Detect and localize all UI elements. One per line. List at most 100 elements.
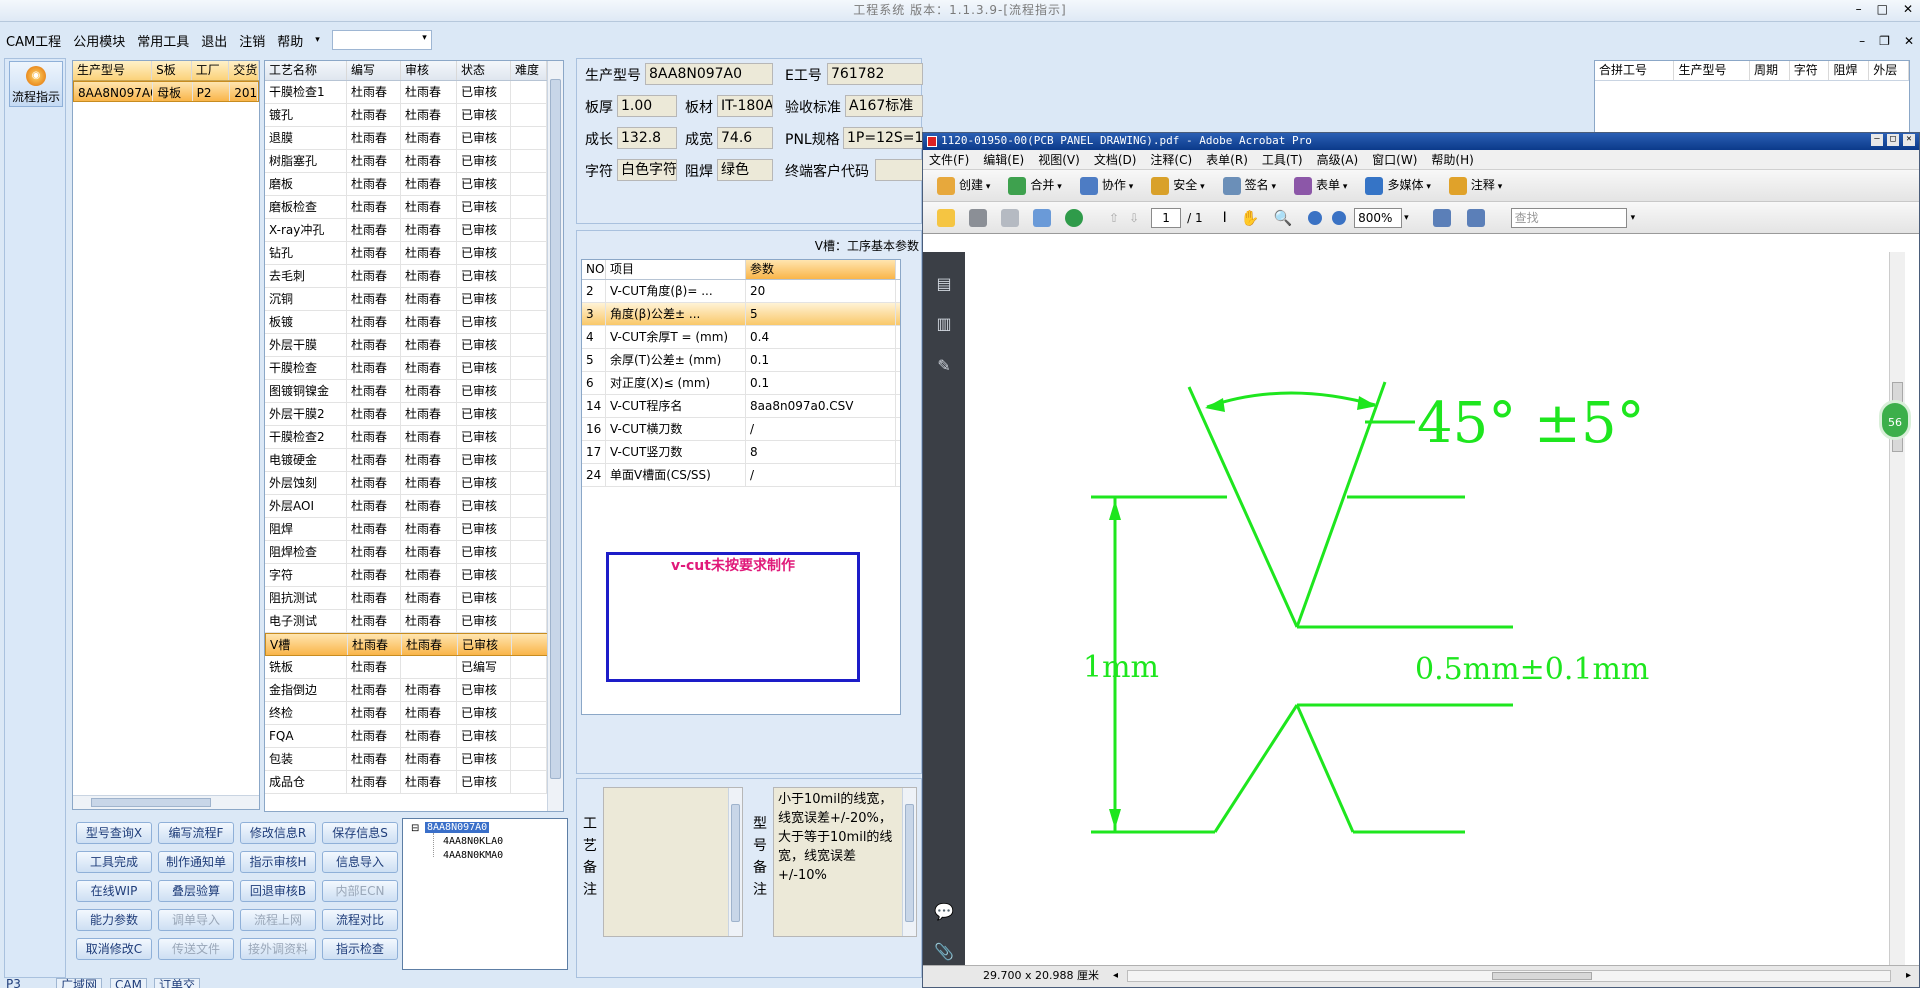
menu-more-icon[interactable]: ▾	[315, 35, 320, 45]
col-s-board[interactable]: S板	[152, 61, 192, 80]
action-button[interactable]: 修改信息R	[240, 822, 316, 844]
acrobat-menu-item[interactable]: 工具(T)	[1262, 151, 1303, 168]
acrobat-tool-button[interactable]: 多媒体 ▾	[1365, 176, 1431, 195]
pages-icon[interactable]: ▤	[934, 274, 954, 296]
vcut-param-cell[interactable]: 8aa8n097a0.CSV	[746, 395, 896, 417]
action-button[interactable]: 调单导入	[158, 909, 234, 931]
acrobat-menu-item[interactable]: 编辑(E)	[983, 151, 1024, 168]
acrobat-tool-button[interactable]: 协作 ▾	[1079, 176, 1133, 195]
action-button[interactable]: 能力参数	[76, 909, 152, 931]
process-row[interactable]: 干膜检查1 杜雨春 杜雨春 已审核	[265, 81, 563, 104]
minimize-icon[interactable]: –	[1856, 0, 1863, 18]
zoom-tool-icon[interactable]: 🔍	[1273, 209, 1292, 227]
mask-field[interactable]: 绿色	[717, 159, 773, 181]
vcut-param-cell[interactable]: /	[746, 418, 896, 440]
standard-field[interactable]: A167标准	[845, 95, 923, 117]
child-minimize-icon[interactable]: –	[1859, 32, 1865, 50]
customer-code-field[interactable]	[875, 159, 923, 181]
col-model[interactable]: 生产型号	[73, 61, 153, 80]
acrobat-close-icon[interactable]: ✕	[1903, 134, 1915, 146]
process-row[interactable]: 外层干膜2 杜雨春 杜雨春 已审核	[265, 403, 563, 426]
order-grid-hscroll[interactable]	[73, 795, 259, 809]
child-close-icon[interactable]: ✕	[1904, 32, 1914, 50]
process-row[interactable]: 镀孔 杜雨春 杜雨春 已审核	[265, 104, 563, 127]
tree-collapse-icon[interactable]: ⊟	[411, 823, 419, 834]
zoom-input[interactable]: 800%	[1354, 207, 1403, 228]
child-restore-icon[interactable]: ❐	[1879, 32, 1890, 50]
acrobat-menu-item[interactable]: 高级(A)	[1317, 151, 1359, 168]
upload-icon[interactable]	[1065, 208, 1083, 227]
col-outer[interactable]: 外层	[1869, 61, 1909, 80]
process-grid-vscroll[interactable]	[547, 61, 563, 811]
process-row[interactable]: 树脂塞孔 杜雨春 杜雨春 已审核	[265, 150, 563, 173]
prev-page-icon[interactable]: ⇧	[1109, 211, 1119, 225]
pdf-hscroll[interactable]	[1127, 970, 1891, 982]
col-item[interactable]: 项目	[606, 260, 746, 279]
close-icon[interactable]: ✕	[1903, 0, 1914, 18]
tree-child[interactable]: 4AA8N0KMA0	[443, 850, 503, 861]
process-row[interactable]: 电镀硬金 杜雨春 杜雨春 已审核	[265, 449, 563, 472]
action-button[interactable]: 回退审核B	[240, 880, 316, 902]
process-row[interactable]: 干膜检查2 杜雨春 杜雨春 已审核	[265, 426, 563, 449]
process-row[interactable]: 成品仓 杜雨春 杜雨春 已审核	[265, 771, 563, 794]
process-row[interactable]: 铣板 杜雨春 已编写	[265, 656, 563, 679]
vcut-row[interactable]: 6 对正度(X)≤ (mm) 0.1	[582, 372, 900, 395]
acrobat-tool-button[interactable]: 合并 ▾	[1008, 176, 1062, 195]
acrobat-menu-item[interactable]: 窗口(W)	[1372, 151, 1417, 168]
process-row[interactable]: 阻焊 杜雨春 杜雨春 已审核	[265, 518, 563, 541]
signatures-icon[interactable]: ✎	[934, 356, 954, 378]
process-row[interactable]: 电子测试 杜雨春 杜雨春 已审核	[265, 610, 563, 633]
acrobat-menu-item[interactable]: 文档(D)	[1094, 151, 1137, 168]
acrobat-tool-button[interactable]: 创建 ▾	[937, 176, 990, 195]
open-icon[interactable]	[937, 208, 955, 227]
menu-common-tools[interactable]: 常用工具	[137, 31, 189, 50]
action-button[interactable]: 指示审核H	[240, 851, 316, 873]
vcut-param-cell[interactable]: 0.1	[746, 349, 896, 371]
action-button[interactable]: 保存信息S	[322, 822, 398, 844]
process-row[interactable]: X-ray冲孔 杜雨春 杜雨春 已审核	[265, 219, 563, 242]
model-field[interactable]: 8AA8N097A0	[645, 63, 773, 85]
vcut-param-cell[interactable]: 20	[746, 280, 896, 302]
action-button[interactable]: 信息导入	[322, 851, 398, 873]
vcut-row[interactable]: 3 角度(β)公差± ... 5	[582, 303, 900, 326]
process-row[interactable]: 沉铜 杜雨春 杜雨春 已审核	[265, 288, 563, 311]
process-row[interactable]: 图镀铜镍金 杜雨春 杜雨春 已审核	[265, 380, 563, 403]
col-param[interactable]: 参数	[746, 260, 896, 279]
pnl-field[interactable]: 1P=12S=1(	[843, 127, 923, 149]
col-difficulty[interactable]: 难度	[511, 61, 547, 80]
bottom-tab-orders[interactable]: 订单交	[154, 978, 201, 988]
action-button[interactable]: 工具完成	[76, 851, 152, 873]
action-button[interactable]: 制作通知单	[158, 851, 234, 873]
vcut-param-cell[interactable]: /	[746, 464, 896, 486]
col-cycle[interactable]: 周期	[1750, 61, 1790, 80]
maximize-icon[interactable]: □	[1877, 0, 1889, 18]
acrobat-menu-item[interactable]: 注释(C)	[1150, 151, 1192, 168]
col-mask[interactable]: 阻焊	[1829, 61, 1870, 80]
col-merge-model[interactable]: 生产型号	[1674, 61, 1750, 80]
bookmarks-icon[interactable]: ▥	[934, 314, 954, 336]
process-row[interactable]: 阻抗测试 杜雨春 杜雨春 已审核	[265, 587, 563, 610]
process-row[interactable]: 包装 杜雨春 杜雨春 已审核	[265, 748, 563, 771]
vcut-row[interactable]: 24 单面V槽面(CS/SS) /	[582, 464, 900, 487]
vcut-param-cell[interactable]: 0.4	[746, 326, 896, 348]
acrobat-menu-item[interactable]: 表单(R)	[1206, 151, 1248, 168]
eno-field[interactable]: 761782	[827, 63, 923, 85]
tree-child[interactable]: 4AA8N0KLA0	[443, 836, 503, 847]
vcut-param-cell[interactable]: 5	[746, 303, 896, 325]
acrobat-minimize-icon[interactable]: –	[1871, 134, 1883, 146]
thickness-field[interactable]: 1.00	[617, 95, 677, 117]
material-field[interactable]: IT-180A	[717, 95, 773, 117]
print-icon[interactable]	[969, 208, 987, 227]
acrobat-tool-button[interactable]: 注释 ▾	[1448, 176, 1502, 195]
action-button[interactable]: 流程上网	[240, 909, 316, 931]
model-remark-field[interactable]: 小于10mil的线宽，线宽误差+/-20%，大于等于10mil的线宽，线宽误差+…	[773, 787, 917, 937]
action-button[interactable]: 在线WIP	[76, 880, 152, 902]
process-row[interactable]: 干膜检查 杜雨春 杜雨春 已审核	[265, 357, 563, 380]
save-icon[interactable]	[1001, 208, 1019, 227]
col-merge-no[interactable]: 合拼工号	[1595, 61, 1675, 80]
process-row[interactable]: 阻焊检查 杜雨春 杜雨春 已审核	[265, 541, 563, 564]
next-page-icon[interactable]: ⇩	[1129, 211, 1139, 225]
col-writer[interactable]: 编写	[347, 61, 401, 80]
process-row[interactable]: 去毛刺 杜雨春 杜雨春 已审核	[265, 265, 563, 288]
action-button[interactable]: 指示检查	[322, 938, 398, 960]
